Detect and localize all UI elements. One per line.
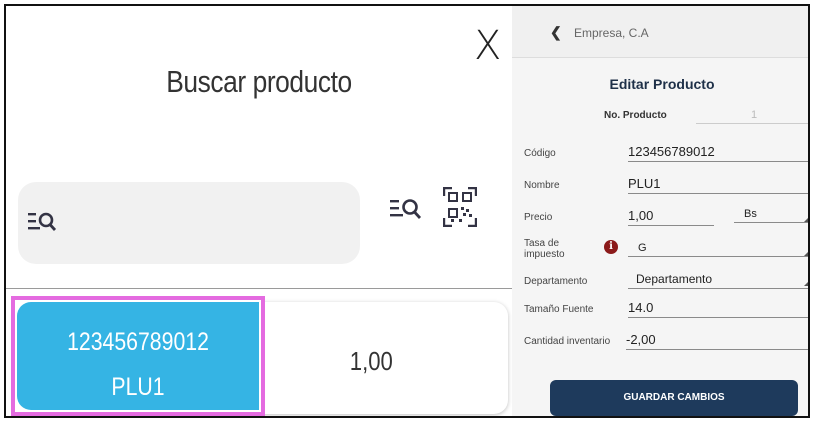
top-bar: ❮ Empresa, C.A [512, 6, 808, 58]
no-producto-field: 1 [696, 106, 808, 124]
edit-product-panel: ❮ Empresa, C.A Editar Producto No. Produ… [512, 6, 808, 416]
codigo-label: Código [524, 148, 556, 159]
product-card-body: 123456789012 PLU1 [17, 302, 259, 410]
selected-product-card[interactable]: 123456789012 PLU1 [11, 296, 265, 416]
precio-label: Precio [524, 212, 553, 223]
search-product-panel: X Buscar producto 123456789012 PLU1 1,00 [6, 6, 512, 416]
search-input[interactable] [18, 182, 360, 264]
dropdown-arrow-icon [804, 248, 808, 256]
qr-scan-icon[interactable] [443, 187, 477, 227]
codigo-field[interactable]: 123456789012 [628, 144, 808, 162]
app-frame: X Buscar producto 123456789012 PLU1 1,00… [4, 4, 810, 418]
product-code: 123456789012 [67, 328, 209, 356]
dropdown-arrow-icon [804, 278, 808, 286]
divider [6, 288, 512, 289]
product-price: 1,00 [349, 346, 393, 376]
search-list-icon [28, 212, 57, 231]
no-producto-label: No. Producto [604, 110, 667, 121]
company-name: Empresa, C.A [574, 26, 649, 40]
precio-field[interactable]: 1,00 [628, 208, 714, 226]
filter-search-icon[interactable] [390, 196, 422, 222]
nombre-field[interactable]: PLU1 [628, 176, 808, 194]
back-chevron-icon[interactable]: ❮ [550, 24, 562, 41]
tasa-select[interactable]: G [628, 242, 808, 257]
moneda-select[interactable]: Bs [734, 208, 808, 223]
tasa-label-line2: impuesto [524, 249, 565, 260]
save-button[interactable]: GUARDAR CAMBIOS [550, 380, 798, 416]
departamento-label: Departamento [524, 276, 588, 287]
product-name: PLU1 [111, 373, 165, 401]
info-icon[interactable]: i [604, 240, 618, 254]
dropdown-arrow-icon [804, 214, 808, 222]
form-title: Editar Producto [609, 76, 715, 92]
departamento-select[interactable]: Departamento [628, 272, 808, 289]
cantidad-label: Cantidad inventario [524, 336, 611, 347]
page-title: Buscar producto [166, 64, 352, 99]
nombre-label: Nombre [524, 180, 560, 191]
close-icon[interactable]: X [474, 26, 501, 66]
tasa-label: Tasa de impuesto [524, 238, 565, 260]
tamano-label: Tamaño Fuente [524, 304, 594, 315]
tamano-field[interactable]: 14.0 [628, 300, 808, 318]
tasa-label-line1: Tasa de [524, 238, 560, 249]
cantidad-field[interactable]: -2,00 [626, 332, 808, 350]
